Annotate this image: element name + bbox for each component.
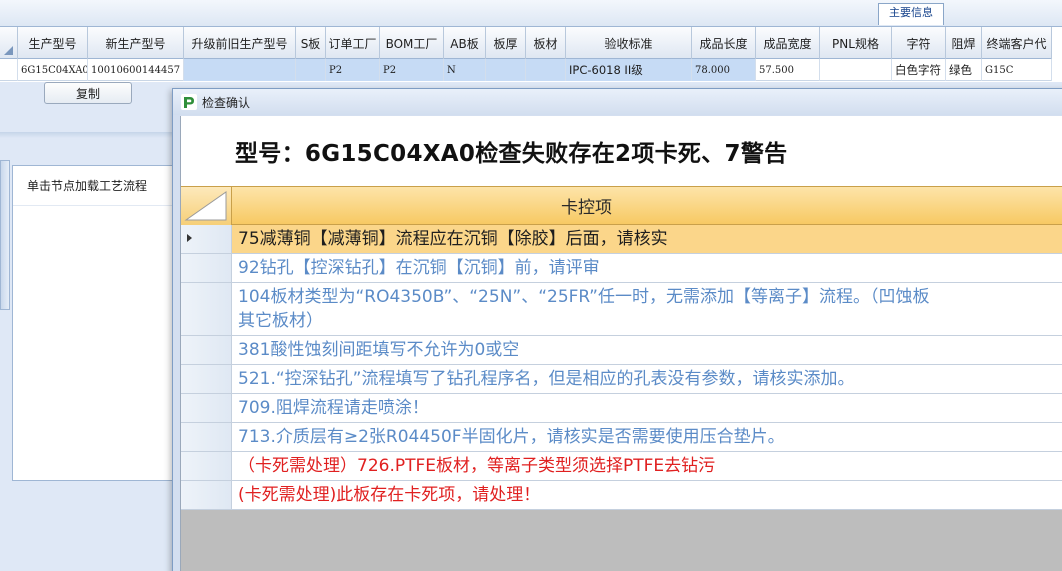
list-item[interactable]: 75减薄铜【减薄铜】流程应在沉铜【除胶】后面，请核实 xyxy=(181,225,1062,254)
column-header[interactable]: AB板 xyxy=(444,27,486,59)
control-items-grid: 卡控项 75减薄铜【减薄铜】流程应在沉铜【除胶】后面，请核实 92钻孔【控深钻孔】… xyxy=(181,186,1062,510)
table-cell[interactable]: 10010600144457 xyxy=(88,59,184,81)
table-cell[interactable] xyxy=(184,59,296,81)
row-header[interactable] xyxy=(181,394,232,422)
table-cell[interactable]: N xyxy=(444,59,486,81)
column-header[interactable]: BOM工厂 xyxy=(380,27,444,59)
control-item-text: 713.介质层有≥2张R04450F半固化片，请核实是否需要使用压合垫片。 xyxy=(238,427,785,447)
column-header[interactable]: 生产型号 xyxy=(18,27,88,59)
column-header[interactable]: 终端客户代 xyxy=(982,27,1052,59)
control-item-text: 92钻孔【控深钻孔】在沉铜【沉铜】前，请评审 xyxy=(238,258,600,278)
side-collapse-tab[interactable] xyxy=(0,160,10,310)
list-item[interactable]: 709.阻焊流程请走喷涂！ xyxy=(181,394,1062,423)
table-cell[interactable] xyxy=(526,59,566,81)
list-item[interactable]: (卡死需处理)此板存在卡死项，请处理！ xyxy=(181,481,1062,510)
column-header[interactable]: 新生产型号 xyxy=(88,27,184,59)
grid-header-row: 生产型号 新生产型号 升级前旧生产型号 S板 订单工厂 BOM工厂 AB板 板厚 板材 验收标准成… xyxy=(0,27,1052,59)
row-header[interactable] xyxy=(181,225,232,253)
table-cell[interactable] xyxy=(296,59,326,81)
column-header[interactable]: 验收标准 xyxy=(566,27,692,59)
list-item[interactable]: 92钻孔【控深钻孔】在沉铜【沉铜】前，请评审 xyxy=(181,254,1062,283)
app-logo-icon xyxy=(181,94,197,110)
copy-button[interactable]: 复制 xyxy=(44,82,132,104)
flow-panel-hint: 单击节点加载工艺流程 xyxy=(13,166,177,206)
grid-select-all-corner[interactable] xyxy=(0,27,18,59)
control-item-text: 381酸性蚀刻间距填写不允许为0或空 xyxy=(238,340,520,360)
control-item-text: （卡死需处理）726.PTFE板材，等离子类型须选择PTFE去钻污 xyxy=(238,456,716,476)
control-item-text: 104板材类型为“RO4350B”、“25N”、“25FR”任一时，无需添加【等… xyxy=(238,287,930,331)
column-header[interactable]: PNL规格 xyxy=(820,27,892,59)
check-confirm-dialog: 检查确认 型号：6G15C04XA0检查失败存在2项卡死、7警告 卡控项 75减… xyxy=(172,88,1062,571)
column-header[interactable]: 板厚 xyxy=(486,27,526,59)
corner-triangle-icon xyxy=(184,191,227,221)
panel-splitter[interactable] xyxy=(0,132,178,138)
column-header[interactable]: 升级前旧生产型号 xyxy=(184,27,296,59)
list-item[interactable]: 521.“控深钻孔”流程填写了钻孔程序名，但是相应的孔表没有参数，请核实添加。 xyxy=(181,365,1062,394)
table-cell[interactable]: G15C xyxy=(982,59,1052,81)
list-item[interactable]: 104板材类型为“RO4350B”、“25N”、“25FR”任一时，无需添加【等… xyxy=(181,283,1062,336)
row-header[interactable] xyxy=(0,59,18,81)
column-header[interactable]: 板材 xyxy=(526,27,566,59)
dialog-titlebar[interactable]: 检查确认 xyxy=(173,89,1062,115)
table-cell[interactable]: 白色字符 xyxy=(892,59,946,81)
table-cell[interactable] xyxy=(486,59,526,81)
table-cell[interactable]: P2 xyxy=(380,59,444,81)
table-cell[interactable]: 6G15C04XA0 xyxy=(18,59,88,81)
table-cell[interactable]: IPC-6018 II级 xyxy=(566,59,692,81)
table-cell[interactable]: 绿色 xyxy=(946,59,982,81)
check-result-headline: 型号：6G15C04XA0检查失败存在2项卡死、7警告 xyxy=(181,116,1062,186)
list-item[interactable]: （卡死需处理）726.PTFE板材，等离子类型须选择PTFE去钻污 xyxy=(181,452,1062,481)
row-header[interactable] xyxy=(181,254,232,282)
column-header[interactable]: 字符 xyxy=(892,27,946,59)
column-header-control-item[interactable]: 卡控项 xyxy=(232,187,1062,224)
control-item-text: 75减薄铜【减薄铜】流程应在沉铜【除胶】后面，请核实 xyxy=(232,225,1062,253)
control-item-text: (卡死需处理)此板存在卡死项，请处理！ xyxy=(238,485,541,505)
row-header[interactable] xyxy=(181,481,232,509)
table-cell[interactable]: P2 xyxy=(326,59,380,81)
row-header[interactable] xyxy=(181,365,232,393)
column-header[interactable]: S板 xyxy=(296,27,326,59)
grid-column-header: 卡控项 xyxy=(181,186,1062,225)
dialog-body: 型号：6G15C04XA0检查失败存在2项卡死、7警告 卡控项 75减薄铜【减薄… xyxy=(180,116,1062,571)
app-window: 主要信息 生产型号 新生产型号 升级前旧生产型号 S板 订单工厂 BOM工厂 AB板 板厚 板材… xyxy=(0,0,1062,571)
table-cell[interactable]: 57.500 xyxy=(756,59,820,81)
column-header[interactable]: 成品宽度 xyxy=(756,27,820,59)
list-item[interactable]: 381酸性蚀刻间距填写不允许为0或空 xyxy=(181,336,1062,365)
table-cell[interactable]: 78.000 xyxy=(692,59,756,81)
current-row-arrow-icon xyxy=(187,234,192,242)
tab-main-info[interactable]: 主要信息 xyxy=(878,3,944,25)
list-item[interactable]: 713.介质层有≥2张R04450F半固化片，请核实是否需要使用压合垫片。 xyxy=(181,423,1062,452)
grid-rows: 75减薄铜【减薄铜】流程应在沉铜【除胶】后面，请核实 92钻孔【控深钻孔】在沉铜【… xyxy=(181,225,1062,510)
process-flow-panel[interactable]: 单击节点加载工艺流程 xyxy=(12,165,178,481)
grid-corner[interactable] xyxy=(181,187,232,225)
column-header[interactable]: 成品长度 xyxy=(692,27,756,59)
table-cell[interactable] xyxy=(820,59,892,81)
row-header[interactable] xyxy=(181,423,232,451)
row-header[interactable] xyxy=(181,336,232,364)
row-header[interactable] xyxy=(181,452,232,480)
table-row[interactable]: 6G15C04XA0 10010600144457 P2 P2 N IPC-6018 II… xyxy=(0,59,1052,81)
column-header[interactable]: 订单工厂 xyxy=(326,27,380,59)
tab-bar: 主要信息 xyxy=(0,0,1062,27)
dialog-title: 检查确认 xyxy=(202,95,251,110)
control-item-text: 521.“控深钻孔”流程填写了钻孔程序名，但是相应的孔表没有参数，请核实添加。 xyxy=(238,369,855,389)
row-header[interactable] xyxy=(181,283,232,335)
column-header[interactable]: 阻焊 xyxy=(946,27,982,59)
control-item-text: 709.阻焊流程请走喷涂！ xyxy=(238,398,429,418)
